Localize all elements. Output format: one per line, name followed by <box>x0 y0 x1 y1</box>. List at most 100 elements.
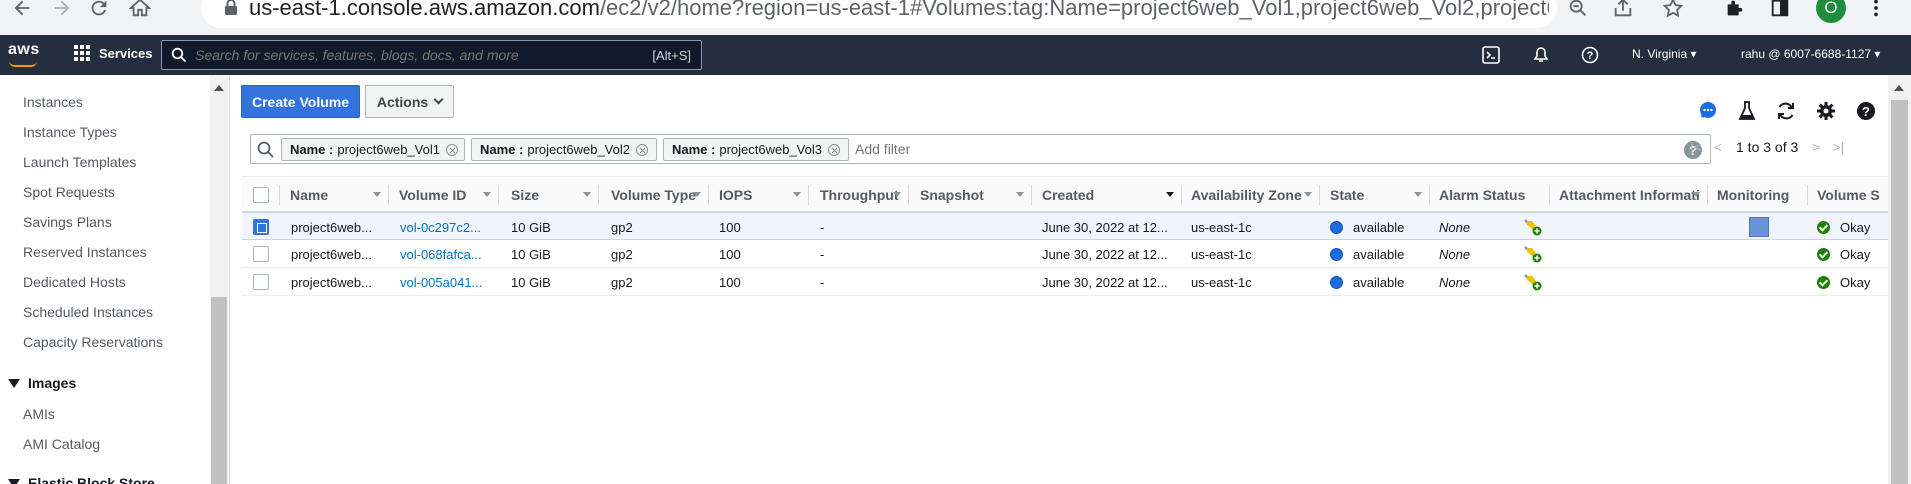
cell-iops: 100 <box>719 219 741 235</box>
monitoring-graph-icon[interactable] <box>1749 217 1769 237</box>
kebab-menu-icon[interactable] <box>1864 0 1888 20</box>
search-input[interactable] <box>195 47 625 63</box>
next-page-icon[interactable]: > <box>1812 139 1820 155</box>
sidebar-item-instances[interactable]: Instances <box>23 94 83 110</box>
sidebar-item-reserved-instances[interactable]: Reserved Instances <box>23 244 147 260</box>
col-header-iops[interactable]: IOPS <box>709 177 809 213</box>
col-header-attachment-information[interactable]: Attachment Informati <box>1550 177 1708 213</box>
table-row[interactable]: project6web... vol-0c297c2... 10 GiB gp2… <box>242 212 1911 240</box>
cell-created: June 30, 2022 at 12... <box>1042 246 1168 262</box>
col-header-volume-id[interactable]: Volume ID <box>389 177 499 213</box>
service-search[interactable]: [Alt+S] <box>161 40 702 70</box>
help-icon[interactable]: ? <box>1581 46 1599 64</box>
sidebar-item-savings-plans[interactable]: Savings Plans <box>23 214 112 230</box>
actions-dropdown-button[interactable]: Actions <box>365 85 454 118</box>
col-header-created[interactable]: Created <box>1032 177 1182 213</box>
cell-state: available <box>1330 213 1430 241</box>
aws-top-nav: aws Services [Alt+S] ? N. Virginia ▾ rah… <box>0 35 1911 75</box>
okay-check-icon <box>1817 275 1830 289</box>
zoom-icon[interactable] <box>1566 0 1590 20</box>
sidebar-item-scheduled-instances[interactable]: Scheduled Instances <box>23 304 153 320</box>
sidebar-item-dedicated-hosts[interactable]: Dedicated Hosts <box>23 274 126 290</box>
sidebar-item-instance-types[interactable]: Instance Types <box>23 124 117 140</box>
sidebar-item-ami-catalog[interactable]: AMI Catalog <box>23 436 100 452</box>
remove-filter-icon[interactable] <box>828 143 840 156</box>
col-header-availability-zone[interactable]: Availability Zone <box>1182 177 1320 213</box>
flask-icon[interactable] <box>1736 100 1758 122</box>
select-all-checkbox[interactable] <box>253 187 269 203</box>
cell-name: project6web... <box>291 274 372 290</box>
back-arrow-icon[interactable] <box>10 0 34 20</box>
bookmark-star-icon[interactable] <box>1661 0 1685 20</box>
col-header-volume-type[interactable]: Volume Type <box>599 177 709 213</box>
remove-filter-icon[interactable] <box>446 143 458 156</box>
cell-volume-id[interactable]: vol-005a041... <box>400 268 499 296</box>
remove-filter-icon[interactable] <box>636 143 648 156</box>
aws-logo[interactable]: aws <box>8 41 40 67</box>
filter-token-vol2[interactable]: Name : project6web_Vol2 <box>471 138 657 161</box>
create-alarm-icon[interactable] <box>1523 218 1543 236</box>
browser-toolbar: us-east-1.console.aws.amazon.com/ec2/v2/… <box>0 0 1911 35</box>
services-menu-button[interactable]: Services <box>74 45 153 61</box>
share-icon[interactable] <box>1611 0 1635 20</box>
extensions-puzzle-icon[interactable] <box>1723 0 1747 20</box>
first-page-icon[interactable]: |< <box>1690 139 1702 155</box>
prev-page-icon[interactable]: < <box>1714 139 1722 155</box>
collapse-triangle-icon <box>8 478 20 484</box>
cell-volume-type: gp2 <box>611 246 633 262</box>
col-header-alarm-status[interactable]: Alarm Status <box>1430 177 1550 213</box>
create-volume-button[interactable]: Create Volume <box>241 85 360 118</box>
volume-filter-bar[interactable]: Name : project6web_Vol1 Name : project6web… <box>250 134 1711 164</box>
region-selector[interactable]: N. Virginia ▾ <box>1632 47 1697 61</box>
lock-icon <box>225 0 237 15</box>
col-header-state[interactable]: State <box>1320 177 1430 213</box>
sidebar-item-amis[interactable]: AMIs <box>23 406 55 422</box>
table-row[interactable]: project6web... vol-068fafca... 10 GiB gp… <box>242 240 1911 268</box>
refresh-icon[interactable] <box>1775 100 1797 122</box>
state-available-icon <box>1330 275 1343 289</box>
sidebar-item-capacity-reservations[interactable]: Capacity Reservations <box>23 334 163 350</box>
profile-avatar[interactable]: O <box>1816 0 1846 23</box>
page-scrollbar[interactable] <box>1888 75 1911 484</box>
sidebar-section-images[interactable]: Images <box>8 375 76 391</box>
last-page-icon[interactable]: >| <box>1832 139 1844 155</box>
cell-volume-id[interactable]: vol-068fafca... <box>400 240 499 268</box>
col-header-size[interactable]: Size <box>499 177 599 213</box>
address-bar[interactable]: us-east-1.console.aws.amazon.com/ec2/v2/… <box>201 0 1557 28</box>
scrollbar-thumb[interactable] <box>211 297 227 484</box>
col-header-monitoring[interactable]: Monitoring <box>1708 177 1808 213</box>
help-circle-icon[interactable]: ? <box>1855 100 1877 122</box>
table-row[interactable]: project6web... vol-005a041... 10 GiB gp2… <box>242 268 1911 296</box>
row-checkbox[interactable] <box>253 219 269 235</box>
cloudshell-icon[interactable] <box>1482 46 1500 64</box>
side-panel-icon[interactable] <box>1768 0 1792 20</box>
scrollbar-thumb[interactable] <box>1891 100 1908 484</box>
col-header-snapshot[interactable]: Snapshot <box>909 177 1032 213</box>
sidebar-section-ebs[interactable]: Elastic Block Store <box>8 475 155 484</box>
filter-token-vol1[interactable]: Name : project6web_Vol1 <box>281 138 465 161</box>
scroll-up-arrow-icon[interactable] <box>214 85 224 91</box>
col-header-name[interactable]: Name <box>280 177 389 213</box>
reload-icon[interactable] <box>87 0 111 20</box>
sidebar-item-launch-templates[interactable]: Launch Templates <box>23 154 136 170</box>
forward-arrow-icon[interactable] <box>50 0 74 20</box>
create-alarm-icon[interactable] <box>1523 245 1543 263</box>
feedback-chat-icon[interactable] <box>1697 100 1719 122</box>
col-header-throughput[interactable]: Throughput <box>809 177 909 213</box>
sidebar-item-spot-requests[interactable]: Spot Requests <box>23 184 115 200</box>
notifications-bell-icon[interactable] <box>1532 46 1550 64</box>
sidebar-scrollbar[interactable] <box>210 75 228 484</box>
settings-gear-icon[interactable] <box>1815 100 1837 122</box>
row-checkbox[interactable] <box>253 274 269 290</box>
add-filter-input[interactable] <box>855 141 1455 157</box>
cell-volume-id[interactable]: vol-0c297c2... <box>400 213 499 241</box>
filter-token-vol3[interactable]: Name : project6web_Vol3 <box>663 138 849 161</box>
row-checkbox[interactable] <box>253 246 269 262</box>
scroll-up-arrow-icon[interactable] <box>1894 85 1904 91</box>
home-icon[interactable] <box>128 0 152 20</box>
collapse-triangle-icon <box>8 378 20 388</box>
svg-text:?: ? <box>1862 104 1870 119</box>
create-alarm-icon[interactable] <box>1523 273 1543 291</box>
cell-name: project6web... <box>291 246 372 262</box>
account-menu[interactable]: rahu @ 6007-6688-1127 ▾ <box>1741 47 1880 61</box>
